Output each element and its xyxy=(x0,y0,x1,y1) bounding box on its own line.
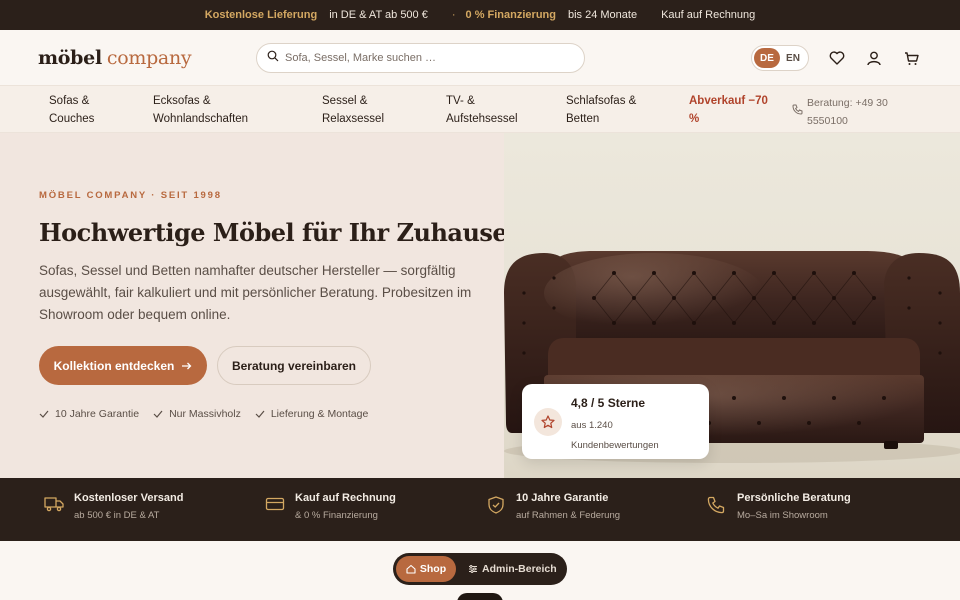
check-icon xyxy=(153,410,163,418)
promo-shipping-text: in DE & AT ab 500 € xyxy=(329,9,428,21)
phone-line1: Beratung: +49 30 xyxy=(807,97,888,109)
nav-label-line2: Couches xyxy=(49,113,95,125)
shop-mode-label: Shop xyxy=(419,563,447,575)
user-icon[interactable] xyxy=(865,49,883,67)
check-label: Lieferung & Montage xyxy=(270,408,369,420)
check-icon xyxy=(39,410,49,418)
nav-item-sofas[interactable]: Sofas & Couches xyxy=(49,92,94,128)
check-item: 10 Jahre Garantie xyxy=(39,408,139,420)
nav-label-line1: Sofas & xyxy=(49,95,90,107)
book-consultation-button[interactable]: Beratung vereinbaren xyxy=(217,346,371,385)
admin-mode-label: Admin-Bereich xyxy=(482,563,557,575)
benefit-sub: Mo–Sa im Showroom xyxy=(737,510,828,521)
hero-eyebrow: MÖBEL COMPANY · SEIT 1998 xyxy=(39,190,222,201)
shield-icon xyxy=(486,496,508,521)
check-label: 10 Jahre Garantie xyxy=(55,408,140,420)
nav-label-line1: Schlafsofas & xyxy=(566,95,637,107)
logo-main: möbel xyxy=(38,46,102,69)
admin-mode-button[interactable]: Admin-Bereich xyxy=(468,563,557,575)
arrow-right-icon xyxy=(182,359,192,373)
nav-label-line2: Aufstehsessel xyxy=(446,113,518,125)
phone-line2: 5550100 xyxy=(807,115,848,127)
nav-item-tv-sessel[interactable]: TV- & Aufstehsessel xyxy=(446,92,518,128)
truck-icon xyxy=(44,496,66,521)
rating-score: 4,8 / 5 Sterne xyxy=(571,396,646,410)
nav-label-line2: Relaxsessel xyxy=(322,113,384,125)
benefit-item: Kauf auf Rechnung & 0 % Finanzierung xyxy=(265,492,396,521)
phone-icon xyxy=(707,496,729,521)
search-bar[interactable] xyxy=(256,43,585,73)
rating-card: 4,8 / 5 Sterne aus 1.240 Kundenbewertung… xyxy=(522,384,709,459)
rating-detail: aus 1.240 Kundenbewertungen xyxy=(571,420,659,451)
home-icon xyxy=(406,564,416,574)
check-icon xyxy=(255,410,265,418)
cta-secondary-label: Beratung vereinbaren xyxy=(231,358,357,373)
check-item: Nur Massivholz xyxy=(153,408,241,420)
logo-accent: company xyxy=(106,46,192,69)
promo-invoice: Kauf auf Rechnung xyxy=(661,9,756,21)
nav-label-line1: Sessel & xyxy=(322,95,368,107)
benefit-title: Kauf auf Rechnung xyxy=(295,492,396,504)
nav-label-line2: % xyxy=(689,113,700,125)
hero-section: MÖBEL COMPANY · SEIT 1998 Hochwertige Mö… xyxy=(0,133,960,478)
benefit-item: Persönliche Beratung Mo–Sa im Showroom xyxy=(707,492,851,521)
hero-lead: Sofas, Sessel und Betten namhafter deuts… xyxy=(39,263,472,322)
mode-switcher: Shop Admin-Bereich xyxy=(393,553,567,585)
check-item: Lieferung & Montage xyxy=(255,408,368,420)
promo-bar: Kostenlose Lieferung in DE & AT ab 500 €… xyxy=(0,0,960,30)
promo-shipping-bold: Kostenlose Lieferung xyxy=(204,9,318,21)
site-header: möbelcompany DE EN xyxy=(0,30,960,86)
nav-label-line1: TV- & xyxy=(446,95,475,107)
search-icon xyxy=(267,49,279,67)
category-nav: Sofas & Couches Ecksofas & Wohnlandschaf… xyxy=(0,86,960,133)
benefit-title: Kostenloser Versand xyxy=(74,492,184,504)
benefit-sub: & 0 % Finanzierung xyxy=(295,510,378,521)
promo-finance-bold: 0 % Finanzierung xyxy=(465,9,556,21)
benefit-title: 10 Jahre Garantie xyxy=(516,492,609,504)
benefit-item: Kostenloser Versand ab 500 € in DE & AT xyxy=(44,492,183,521)
floating-element[interactable] xyxy=(457,593,503,600)
promo-finance-text: bis 24 Monate xyxy=(567,9,638,21)
lang-de-button[interactable]: DE xyxy=(754,48,780,68)
nav-label-line1: Abverkauf −70 xyxy=(689,95,768,107)
star-icon xyxy=(534,408,562,436)
benefit-sub: ab 500 € in DE & AT xyxy=(74,510,160,521)
cta-primary-label: Kollektion entdecken xyxy=(53,358,175,373)
nav-item-sale[interactable]: Abverkauf −70 % xyxy=(689,92,768,128)
explore-collection-button[interactable]: Kollektion entdecken xyxy=(39,346,207,385)
nav-label-line2: Wohnlandschaften xyxy=(153,113,249,125)
benefit-item: 10 Jahre Garantie auf Rahmen & Federung xyxy=(486,492,620,521)
nav-item-schlafsofas[interactable]: Schlafsofas & Betten xyxy=(566,92,636,128)
search-input[interactable] xyxy=(285,52,555,64)
sliders-icon xyxy=(469,565,477,573)
shop-mode-button[interactable]: Shop xyxy=(396,556,456,582)
heart-icon[interactable] xyxy=(828,49,846,67)
language-switch: DE EN xyxy=(751,45,809,71)
lang-en-button[interactable]: EN xyxy=(780,48,806,68)
nav-item-sessel[interactable]: Sessel & Relaxsessel xyxy=(322,92,384,128)
benefit-sub: auf Rahmen & Federung xyxy=(516,510,621,521)
nav-phone-contact[interactable]: Beratung: +49 30 5550100 xyxy=(792,94,888,130)
phone-icon xyxy=(792,104,803,115)
site-logo[interactable]: möbel company xyxy=(38,46,192,69)
hero-title: Hochwertige Möbel für Ihr Zuhause. xyxy=(39,218,516,247)
cart-icon[interactable] xyxy=(902,49,920,67)
promo-separator: · xyxy=(451,9,456,21)
check-label: Nur Massivholz xyxy=(169,408,241,420)
nav-item-ecksofas[interactable]: Ecksofas & Wohnlandschaften xyxy=(153,92,248,128)
nav-label-line1: Ecksofas & xyxy=(153,95,211,107)
hero-checks: 10 Jahre Garantie Nur Massivholz Lieferu… xyxy=(39,408,382,420)
nav-label-line2: Betten xyxy=(566,113,600,125)
card-icon xyxy=(265,496,287,521)
benefits-strip: Kostenloser Versand ab 500 € in DE & AT … xyxy=(0,478,960,541)
benefit-title: Persönliche Beratung xyxy=(737,492,851,504)
